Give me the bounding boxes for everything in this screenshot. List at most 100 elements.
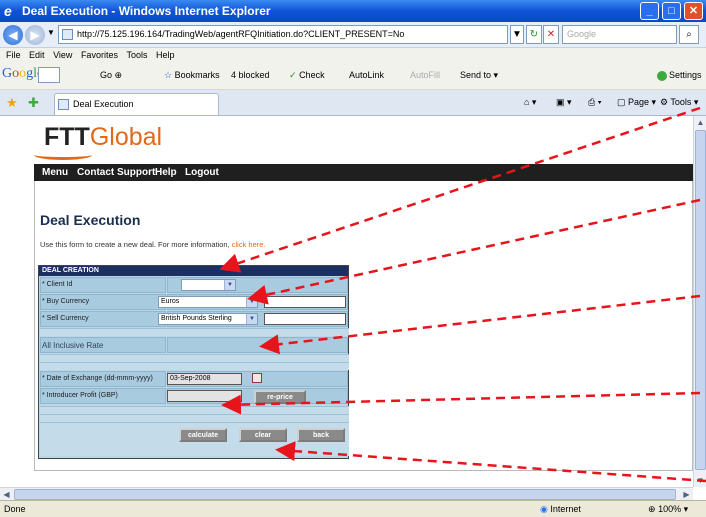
title-bar: e Deal Execution - Windows Internet Expl… <box>0 0 706 22</box>
rate-value-cell <box>167 337 348 353</box>
vertical-scroll-thumb[interactable] <box>695 130 706 470</box>
tab-bar: ★ ✚ Deal Execution ⌂ ▾ ▣ ▾ ⎙ ▾ ▢ Page ▾ … <box>0 90 706 116</box>
nav-logout[interactable]: Logout <box>185 167 219 178</box>
nav-contact-support[interactable]: Contact Support <box>77 167 155 178</box>
calendar-icon[interactable] <box>252 373 262 383</box>
bookmarks-button[interactable]: ☆ Bookmarks <box>164 70 220 81</box>
form-spacer-row <box>40 406 349 414</box>
status-text: Done <box>4 504 26 514</box>
search-input[interactable]: Google <box>562 25 677 44</box>
logo-global-text: Global <box>89 123 163 151</box>
calculate-button[interactable]: calculate <box>179 428 227 442</box>
back-button[interactable]: back <box>297 428 345 442</box>
search-go-icon[interactable]: ⌕ <box>679 25 699 44</box>
star-icon: ☆ <box>164 70 173 80</box>
vertical-scrollbar[interactable]: ▲ ▼ <box>693 116 706 487</box>
google-go-button[interactable]: Go ⊕ <box>100 70 122 81</box>
deal-creation-form: DEAL CREATION * Client Id ▼ * Buy Curren… <box>38 265 349 459</box>
menu-view[interactable]: View <box>53 48 72 62</box>
sell-currency-select[interactable]: British Pounds Sterling ▼ <box>158 313 258 325</box>
settings-label: Settings <box>669 70 702 80</box>
scroll-down-icon[interactable]: ▼ <box>694 474 706 487</box>
page-menu-button[interactable]: ▢ Page ▾ <box>617 97 656 108</box>
url-dropdown-icon[interactable]: ▼ <box>510 25 524 44</box>
favorites-star-icon[interactable]: ★ <box>6 95 18 111</box>
internet-zone: ◉ Internet <box>540 504 581 515</box>
logo-ftt-text: FTT <box>44 123 90 151</box>
tab-title: Deal Execution <box>73 99 134 109</box>
window-title: Deal Execution - Windows Internet Explor… <box>22 4 271 18</box>
google-search-input[interactable] <box>38 67 60 83</box>
go-label: Go <box>100 70 113 80</box>
chevron-down-icon: ▼ <box>246 314 257 324</box>
url-text: http://75.125.196.164/TradingWeb/agentRF… <box>77 29 405 39</box>
tools-menu-button[interactable]: ⚙ Tools ▾ <box>660 97 698 108</box>
nav-help[interactable]: Help <box>155 167 177 178</box>
popup-blocked-button[interactable]: 4 blocked <box>231 70 270 80</box>
page-menu-label: Page <box>628 97 650 107</box>
sendto-button[interactable]: Send to ▾ <box>460 70 498 81</box>
menu-edit[interactable]: Edit <box>29 48 45 62</box>
sell-currency-value: British Pounds Sterling <box>161 315 232 322</box>
more-info-link[interactable]: click here. <box>232 240 266 249</box>
menu-file[interactable]: File <box>6 48 21 62</box>
menu-tools[interactable]: Tools <box>126 48 147 62</box>
tab-page-icon <box>58 99 69 110</box>
zoom-icon: ⊕ <box>648 504 656 514</box>
bookmarks-label: Bookmarks <box>174 70 220 80</box>
maximize-button[interactable]: □ <box>662 2 681 20</box>
refresh-icon[interactable]: ↻ <box>526 25 542 44</box>
feeds-icon[interactable]: ▣ ▾ <box>556 97 572 108</box>
menu-help[interactable]: Help <box>156 48 175 62</box>
url-input[interactable]: http://75.125.196.164/TradingWeb/agentRF… <box>58 25 508 44</box>
back-nav-button[interactable]: ◀ <box>3 25 23 45</box>
tools-menu-label: Tools <box>670 97 692 107</box>
check-button[interactable]: ✓ Check <box>289 70 325 81</box>
sell-currency-label: * Sell Currency <box>42 315 89 322</box>
form-spacer-row <box>40 362 349 370</box>
profit-input[interactable] <box>167 390 242 402</box>
google-toolbar: Google Go ⊕ ☆ Bookmarks 4 blocked ✓ Chec… <box>0 62 706 90</box>
buy-currency-select[interactable]: Euros ▼ <box>158 296 258 308</box>
horizontal-scroll-thumb[interactable] <box>14 489 676 500</box>
horizontal-scrollbar[interactable]: ◀ ▶ <box>0 487 693 500</box>
sell-amount-input[interactable] <box>264 313 346 325</box>
settings-button[interactable]: Settings <box>657 70 702 81</box>
buy-currency-value: Euros <box>161 298 180 305</box>
intro-text: Use this form to create a new deal. For … <box>40 240 266 249</box>
clear-button[interactable]: clear <box>239 428 287 442</box>
status-bar: Done ◉ Internet ⊕ 100% ▾ <box>0 500 706 517</box>
autolink-button[interactable]: AutoLink <box>349 70 384 80</box>
settings-icon <box>657 70 667 81</box>
tab-deal-execution[interactable]: Deal Execution <box>54 93 219 115</box>
buy-currency-label: * Buy Currency <box>42 298 90 305</box>
nav-menu[interactable]: Menu <box>42 167 68 178</box>
buy-amount-input[interactable] <box>264 296 346 308</box>
close-button[interactable]: ✕ <box>684 2 703 20</box>
recent-pages-icon[interactable]: ▼ <box>47 28 55 37</box>
address-bar: ◀ ▶ ▼ http://75.125.196.164/TradingWeb/a… <box>0 22 706 48</box>
menu-favorites[interactable]: Favorites <box>81 48 118 62</box>
profit-label: * Introducer Profit (GBP) <box>42 392 118 399</box>
search-placeholder: Google <box>567 29 597 39</box>
form-header: DEAL CREATION <box>39 266 348 276</box>
page-content: FTTGlobal Menu Contact Support Help Logo… <box>0 116 693 487</box>
rate-label: All Inclusive Rate <box>42 341 104 350</box>
print-icon[interactable]: ⎙ ▾ <box>588 97 601 108</box>
zoom-control[interactable]: ⊕ 100% ▾ <box>648 504 688 515</box>
autofill-label: AutoFill <box>410 70 441 80</box>
forward-nav-button[interactable]: ▶ <box>25 25 45 45</box>
date-input[interactable]: 03-Sep-2008 <box>167 373 242 385</box>
reprice-button[interactable]: re-price <box>254 390 306 404</box>
minimize-button[interactable]: _ <box>640 2 659 20</box>
date-label: * Date of Exchange (dd-mmm-yyyy) <box>42 375 153 382</box>
add-favorite-icon[interactable]: ✚ <box>28 95 39 111</box>
home-icon[interactable]: ⌂ ▾ <box>524 97 536 108</box>
globe-icon: ◉ <box>540 504 548 514</box>
check-icon: ✓ <box>289 70 297 80</box>
stop-icon[interactable]: ✕ <box>543 25 559 44</box>
scroll-up-icon[interactable]: ▲ <box>694 116 706 129</box>
client-id-select[interactable]: ▼ <box>181 279 236 291</box>
zone-label: Internet <box>550 504 581 514</box>
autofill-button[interactable]: AutoFill <box>410 70 440 80</box>
